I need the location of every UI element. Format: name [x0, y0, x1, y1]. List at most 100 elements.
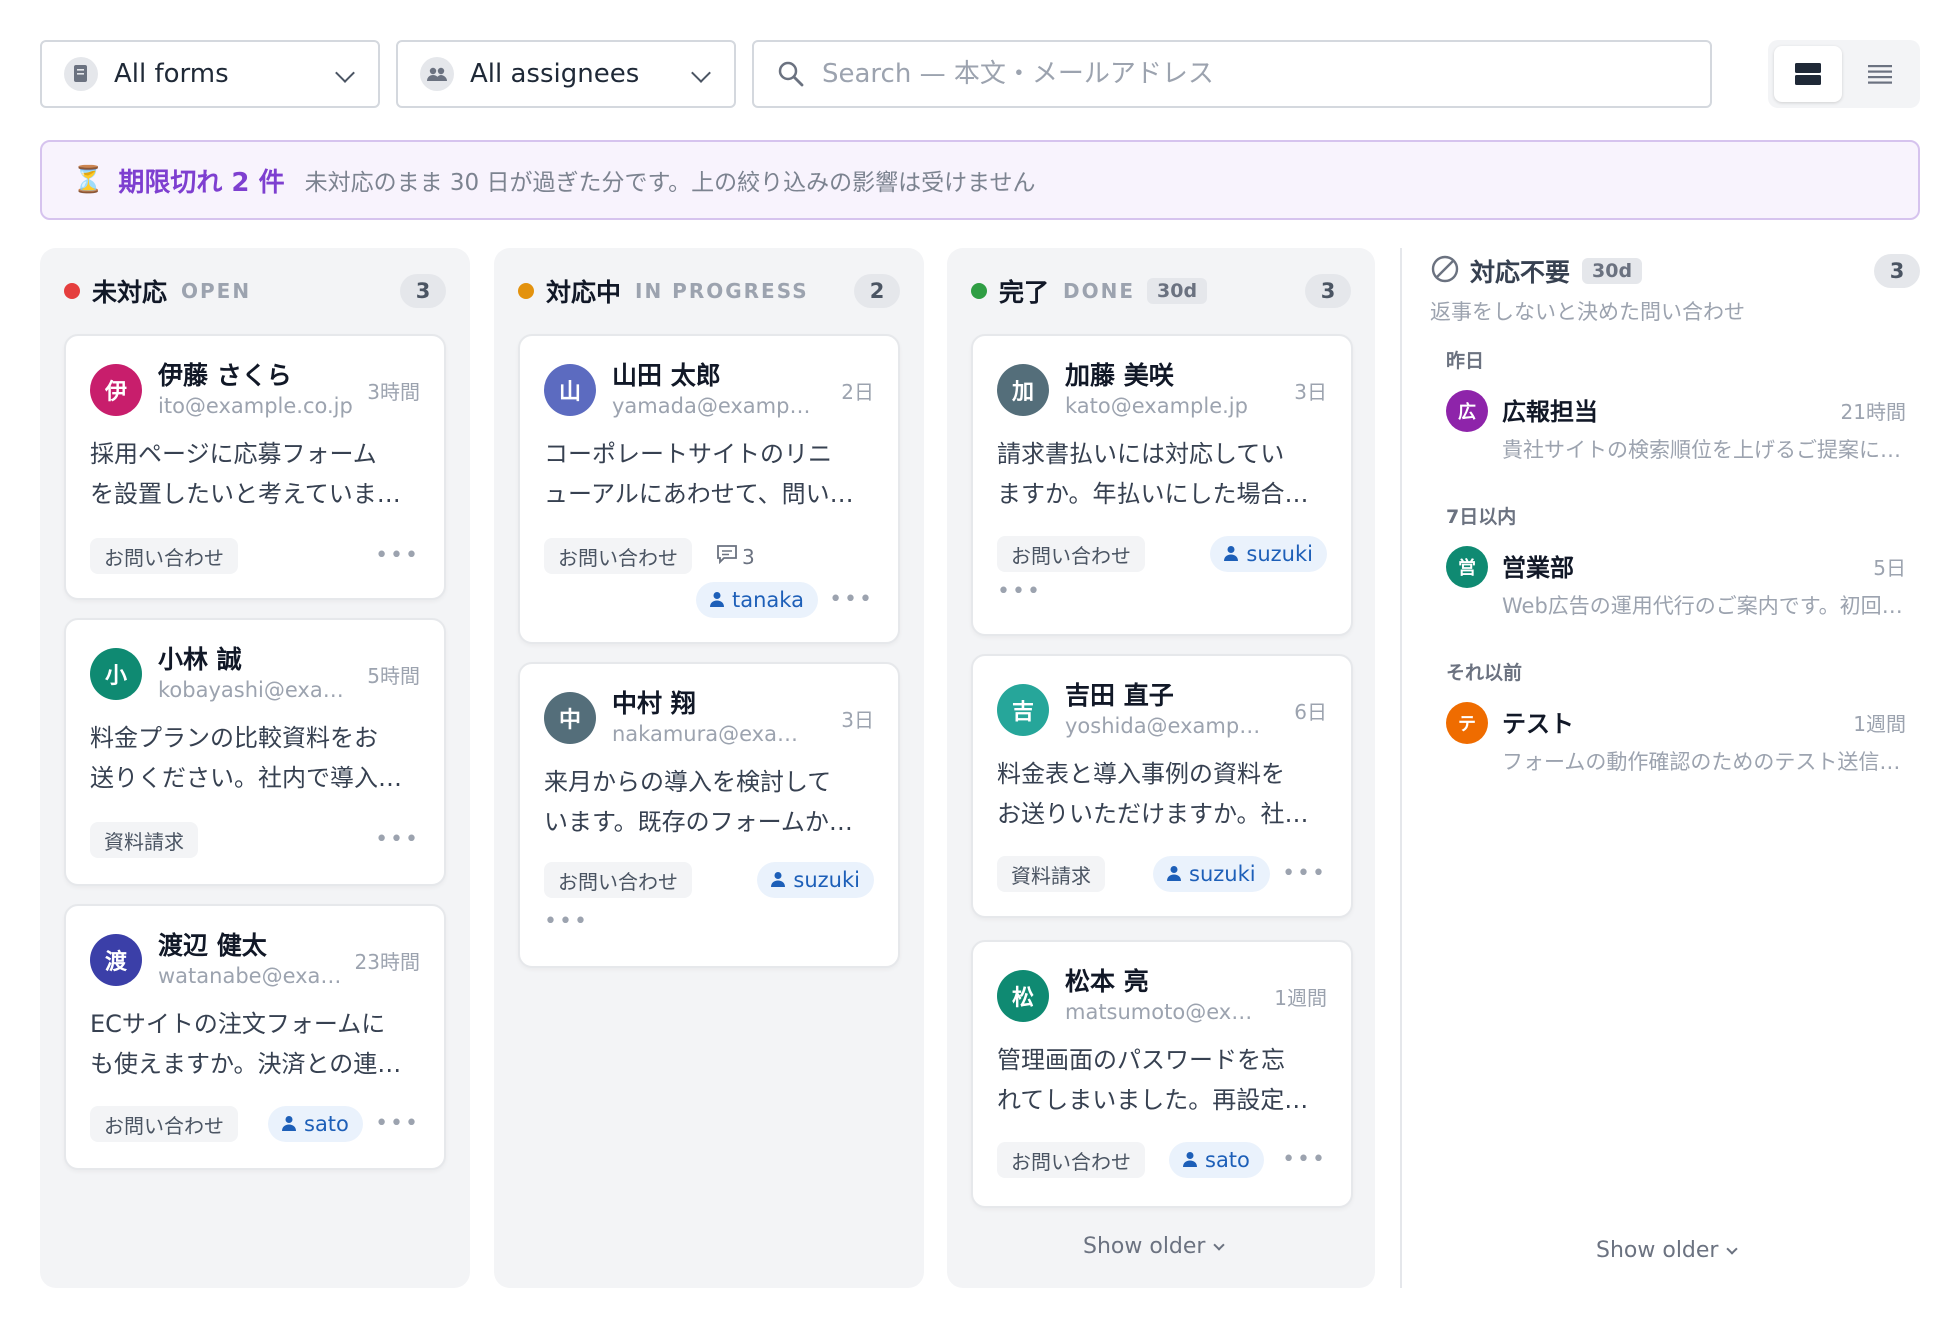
comment-count-value: 3 [742, 544, 755, 569]
preview-line: います。既存のフォームか… [544, 808, 853, 836]
more-options-icon[interactable]: ••• [375, 545, 420, 567]
message-preview: 料金表と導入事例の資料を お送りいただけますか。社… [997, 754, 1331, 834]
assignee-name: suzuki [793, 868, 860, 892]
preview-line: お送りいただけますか。社… [997, 800, 1309, 828]
message-preview: フォームの動作確認のためのテスト送信です [1502, 750, 1906, 774]
elapsed-time: 21時間 [1840, 400, 1906, 424]
inquiry-card[interactable]: 吉 吉田 直子 yoshida@example.… 6日 料金表と導入事例の資料… [971, 654, 1353, 918]
inquiry-card[interactable]: 松 松本 亮 matsumoto@exa… 1週間 管理画面のパスワードを忘 れて… [971, 940, 1353, 1208]
no-reply-item[interactable]: テ テスト 1週間 フォームの動作確認のためのテスト送信です [1446, 696, 1906, 776]
sender-email: watanabe@exa… [158, 964, 342, 988]
view-toggle [1768, 40, 1920, 108]
form-tag: お問い合わせ [90, 1106, 238, 1142]
expired-banner[interactable]: ⏳ 期限切れ 2 件 未対応のまま 30 日が過ぎた分です。上の絞り込みの影響は… [40, 140, 1920, 220]
preview-line: も使えますか。決済との連… [90, 1050, 402, 1078]
no-reply-item[interactable]: 広 広報担当 21時間 貴社サイトの検索順位を上げるご提案について [1446, 384, 1906, 464]
inquiry-card[interactable]: 山 山田 太郎 yamada@example.… 2日 コーポレートサイトのリニ… [518, 334, 900, 644]
form-tag: お問い合わせ [997, 1142, 1145, 1178]
inquiry-card[interactable]: 渡 渡辺 健太 watanabe@exa… 23時間 ECサイトの注文フォームに… [64, 904, 446, 1170]
show-older-button[interactable]: Show older [1596, 1238, 1739, 1263]
column-title: 対応中 [546, 278, 622, 307]
assignee-name: sato [304, 1112, 349, 1136]
list-view-icon [1868, 65, 1892, 84]
more-options-icon[interactable]: ••• [1282, 863, 1327, 885]
sender-email: matsumoto@exa… [1065, 1000, 1265, 1024]
sender-email: yamada@example.… [612, 394, 812, 418]
toolbar: All forms All assignees [40, 40, 1920, 108]
form-tag: お問い合わせ [544, 538, 692, 574]
assignee-chip[interactable]: suzuki [1210, 536, 1327, 572]
search-icon [776, 59, 806, 89]
avatar: 営 [1446, 546, 1488, 588]
no-reply-header: 対応不要 30d 3 [1430, 254, 1920, 288]
sender-email: ito@example.co.jp [158, 394, 353, 418]
inquiry-card[interactable]: 中 中村 翔 nakamura@exampl… 3日 来月からの導入を検討してい… [518, 662, 900, 968]
forms-filter-label: All forms [114, 59, 229, 89]
preview-line: 採用ページに応募フォーム [90, 440, 377, 468]
show-older-label: Show older [1596, 1238, 1719, 1263]
elapsed-time: 5日 [1873, 556, 1906, 580]
form-document-icon [64, 57, 98, 91]
preview-line: 来月からの導入を検討して [544, 768, 832, 796]
column-done: 完了 DONE 30d 3 加 加藤 美咲 kato@example.jp 3日… [947, 248, 1375, 1288]
person-icon [1167, 862, 1181, 886]
form-tag: お問い合わせ [90, 538, 238, 574]
column-divider [1400, 248, 1402, 1288]
comment-count[interactable]: 3 [716, 544, 755, 569]
more-options-icon[interactable]: ••• [544, 911, 589, 933]
column-title: 完了 [999, 278, 1050, 307]
person-icon [771, 868, 786, 892]
inquiry-card[interactable]: 小 小林 誠 kobayashi@exa… 5時間 料金プランの比較資料をお 送り… [64, 618, 446, 886]
more-options-icon[interactable]: ••• [997, 581, 1042, 603]
message-preview: 貴社サイトの検索順位を上げるご提案について [1502, 438, 1906, 462]
preview-line: 料金表と導入事例の資料を [997, 760, 1285, 788]
assignee-chip[interactable]: suzuki [1153, 856, 1270, 892]
avatar: 松 [997, 970, 1049, 1022]
retention-badge: 30d [1147, 278, 1208, 304]
inquiry-card[interactable]: 加 加藤 美咲 kato@example.jp 3日 請求書払いには対応していま… [971, 334, 1353, 636]
more-options-icon[interactable]: ••• [375, 829, 420, 851]
inquiry-card[interactable]: 伊 伊藤 さくら ito@example.co.jp 3時間 採用ページに応募フ… [64, 334, 446, 600]
sender-name: 中村 翔 [612, 689, 696, 718]
column-open: 未対応 OPEN 3 伊 伊藤 さくら ito@example.co.jp 3時… [40, 248, 470, 1288]
avatar: 吉 [997, 684, 1049, 736]
hourglass-icon: ⏳ [72, 165, 105, 195]
more-options-icon[interactable]: ••• [1282, 1149, 1327, 1171]
avatar: 伊 [90, 364, 142, 416]
search-input[interactable] [822, 59, 1682, 89]
sender-email: kato@example.jp [1065, 394, 1248, 418]
avatar: テ [1446, 702, 1488, 744]
more-options-icon[interactable]: ••• [829, 589, 874, 611]
assignee-chip[interactable]: suzuki [757, 862, 874, 898]
form-tag: お問い合わせ [997, 536, 1145, 572]
assignee-name: sato [1205, 1148, 1250, 1172]
message-preview: 管理画面のパスワードを忘 れてしまいました。再設定… [997, 1040, 1331, 1120]
assignees-filter-label: All assignees [470, 59, 640, 89]
more-options-icon[interactable]: ••• [375, 1113, 420, 1135]
list-view-button[interactable] [1846, 46, 1914, 102]
sender-email: yoshida@example.… [1065, 714, 1265, 738]
preview-line: 料金プランの比較資料をお [90, 724, 378, 752]
expired-banner-description: 未対応のまま 30 日が過ぎた分です。上の絞り込みの影響は受けません [304, 170, 1036, 196]
preview-line: 管理画面のパスワードを忘 [997, 1046, 1285, 1074]
elapsed-time: 3日 [1294, 380, 1327, 404]
chevron-down-icon [335, 63, 355, 83]
column-count-badge: 2 [854, 274, 900, 308]
show-older-button[interactable]: Show older [1083, 1234, 1226, 1259]
forms-filter-dropdown[interactable]: All forms [40, 40, 380, 108]
no-reply-item[interactable]: 営 営業部 5日 Web広告の運用代行のご案内です。初回無料 [1446, 540, 1906, 620]
elapsed-time: 1週間 [1853, 712, 1906, 736]
card-view-button[interactable] [1774, 46, 1842, 102]
column-in-progress: 対応中 IN PROGRESS 2 山 山田 太郎 yamada@example… [494, 248, 924, 1288]
group-label: 7日以内 [1446, 506, 1517, 528]
avatar: 加 [997, 364, 1049, 416]
avatar: 小 [90, 648, 142, 700]
assignee-chip[interactable]: sato [1169, 1142, 1264, 1178]
assignee-chip[interactable]: tanaka [696, 582, 818, 618]
column-subtitle: OPEN [181, 279, 252, 303]
assignee-chip[interactable]: sato [268, 1106, 363, 1142]
elapsed-time: 5時間 [367, 664, 420, 688]
status-dot-orange [518, 283, 534, 299]
assignees-filter-dropdown[interactable]: All assignees [396, 40, 736, 108]
message-preview: ECサイトの注文フォームに も使えますか。決済との連… [90, 1004, 424, 1084]
